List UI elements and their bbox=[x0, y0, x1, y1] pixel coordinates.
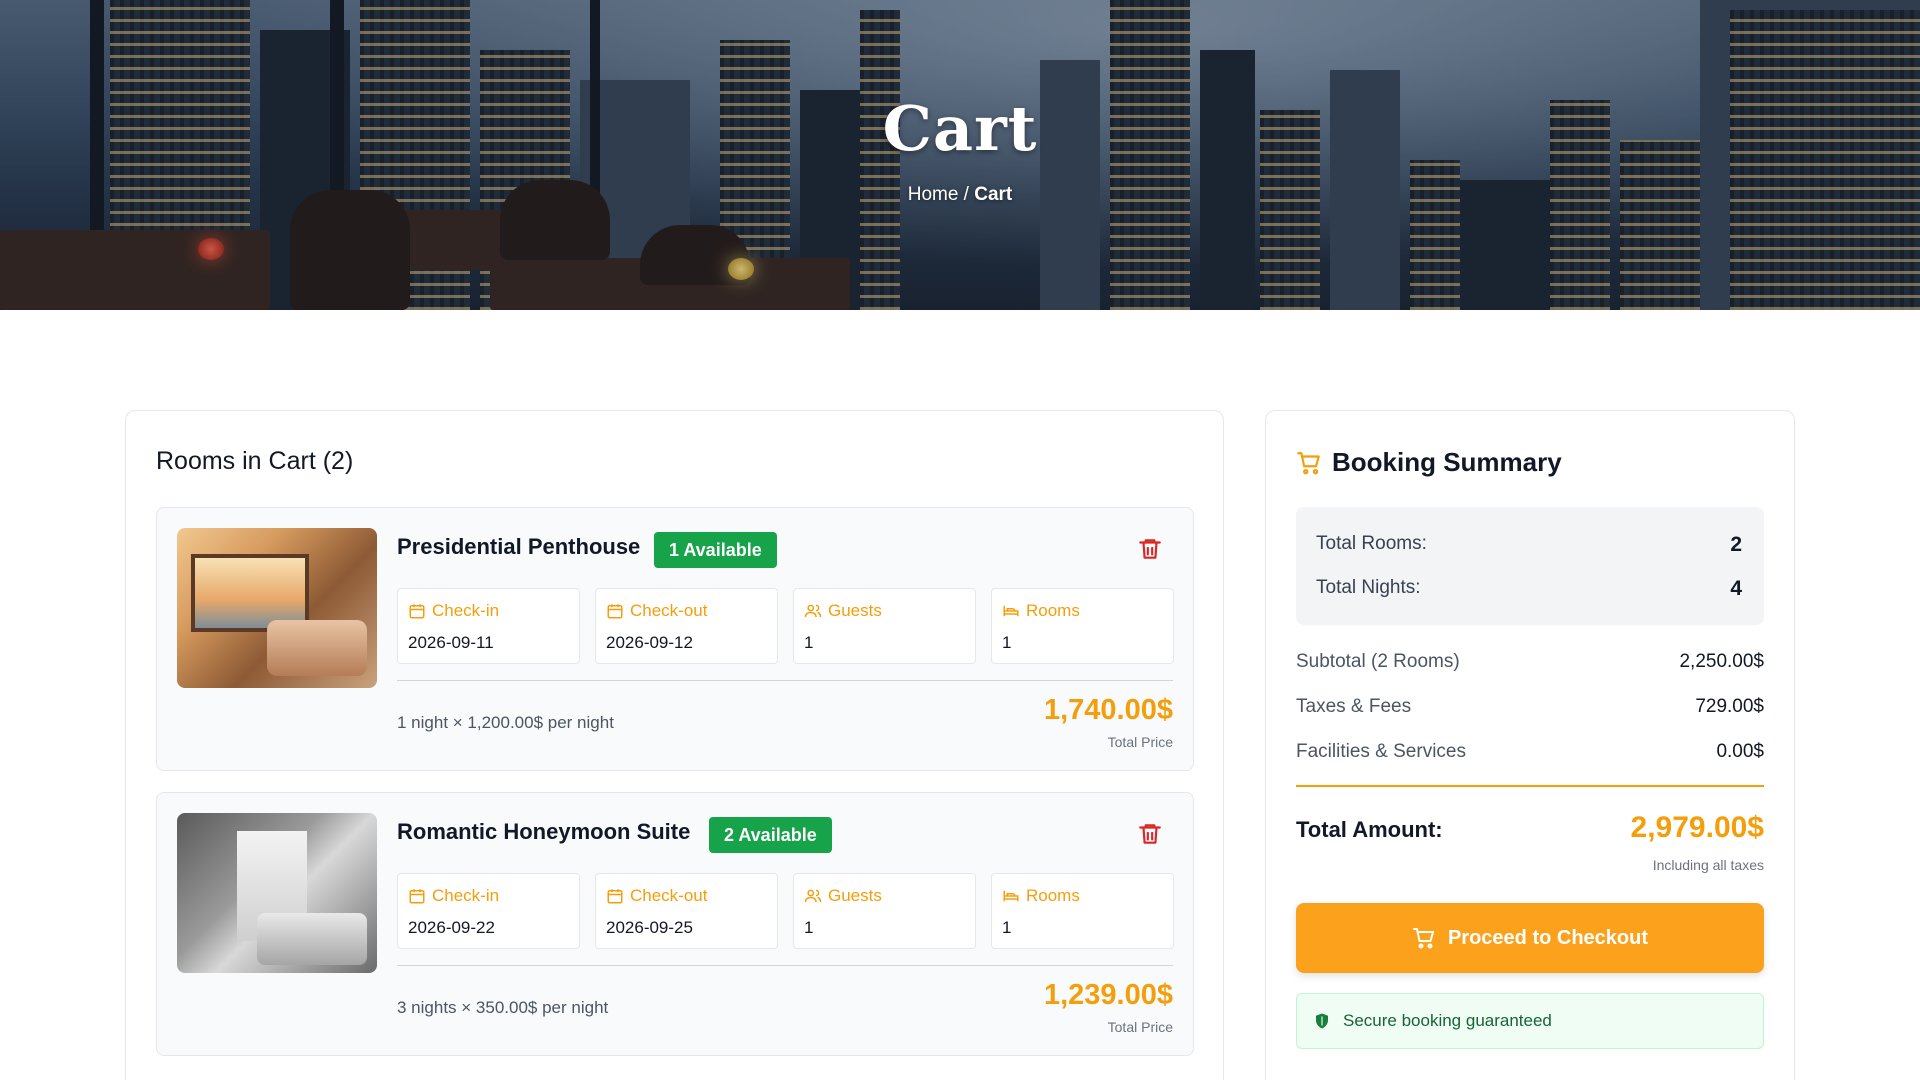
trash-icon[interactable] bbox=[1137, 819, 1163, 849]
breadcrumb-separator: / bbox=[958, 184, 975, 205]
rooms-value: 1 bbox=[1002, 633, 1012, 652]
checkin-field: Check-in 2026-09-11 bbox=[397, 588, 580, 664]
proceed-to-checkout-button[interactable]: Proceed to Checkout bbox=[1296, 903, 1764, 973]
item-total-label: Total Price bbox=[1107, 734, 1173, 750]
summary-header: Booking Summary bbox=[1296, 447, 1562, 478]
availability-badge: 1 Available bbox=[654, 532, 777, 568]
shopping-cart-icon bbox=[1297, 451, 1320, 474]
rooms-field: Rooms 1 bbox=[991, 588, 1174, 664]
guests-value: 1 bbox=[804, 633, 814, 652]
room-image[interactable] bbox=[177, 528, 377, 688]
taxes-label: Taxes & Fees bbox=[1296, 696, 1412, 717]
guests-label: Guests bbox=[828, 886, 882, 905]
bed-icon bbox=[1003, 890, 1019, 902]
calendar-icon bbox=[607, 889, 623, 904]
guests-value: 1 bbox=[804, 918, 814, 937]
taxes-row: Taxes & Fees 729.00$ bbox=[1296, 696, 1764, 718]
total-amount-label: Total Amount: bbox=[1296, 817, 1443, 842]
total-nights-label: Total Nights: bbox=[1316, 577, 1421, 598]
total-rooms-label: Total Rooms: bbox=[1316, 533, 1427, 554]
total-amount-value: 2,979.00$ bbox=[1630, 811, 1764, 844]
cart-item: Romantic Honeymoon Suite 2 Available Che… bbox=[156, 792, 1194, 1056]
item-total-price: 1,740.00$ bbox=[1043, 694, 1173, 726]
secure-booking-text: Secure booking guaranteed bbox=[1343, 1011, 1552, 1030]
guests-field: Guests 1 bbox=[793, 588, 976, 664]
item-divider bbox=[397, 680, 1173, 681]
subtotal-label: Subtotal (2 Rooms) bbox=[1296, 651, 1460, 672]
breadcrumb: Home / Cart bbox=[0, 184, 1920, 206]
guests-label: Guests bbox=[828, 601, 882, 620]
cart-title: Rooms in Cart (2) bbox=[156, 447, 354, 475]
item-total-price: 1,239.00$ bbox=[1043, 979, 1173, 1011]
subtotal-row: Subtotal (2 Rooms) 2,250.00$ bbox=[1296, 651, 1764, 673]
nights-info: 3 nights × 350.00$ per night bbox=[397, 998, 609, 1017]
cart-panel: Rooms in Cart (2) Presidential Penthouse… bbox=[125, 410, 1224, 1080]
users-icon bbox=[804, 604, 822, 618]
checkin-label: Check-in bbox=[432, 601, 500, 620]
cart-item: Presidential Penthouse 1 Available Check… bbox=[156, 507, 1194, 771]
room-image[interactable] bbox=[177, 813, 377, 973]
breadcrumb-current: Cart bbox=[974, 184, 1013, 205]
total-nights-row: Total Nights: 4 bbox=[1316, 577, 1742, 601]
checkout-value: 2026-09-12 bbox=[606, 633, 693, 652]
checkout-button-label: Proceed to Checkout bbox=[1447, 926, 1649, 949]
rooms-label: Rooms bbox=[1026, 886, 1080, 905]
room-name[interactable]: Presidential Penthouse bbox=[397, 534, 640, 560]
facilities-row: Facilities & Services 0.00$ bbox=[1296, 741, 1764, 763]
summary-title: Booking Summary bbox=[1332, 447, 1562, 477]
breadcrumb-home-link[interactable]: Home bbox=[908, 184, 959, 205]
facilities-value: 0.00$ bbox=[1716, 741, 1764, 762]
checkout-value: 2026-09-25 bbox=[606, 918, 693, 937]
guests-field: Guests 1 bbox=[793, 873, 976, 949]
secure-booking-note: Secure booking guaranteed bbox=[1296, 993, 1764, 1049]
checkin-value: 2026-09-22 bbox=[408, 918, 495, 937]
checkout-field: Check-out 2026-09-12 bbox=[595, 588, 778, 664]
page-title: Cart bbox=[882, 92, 1038, 165]
hero-banner: Cart Home / Cart bbox=[0, 0, 1920, 310]
availability-badge: 2 Available bbox=[709, 817, 832, 853]
facilities-label: Facilities & Services bbox=[1296, 741, 1466, 762]
total-rooms-row: Total Rooms: 2 bbox=[1316, 533, 1742, 557]
shopping-cart-icon bbox=[1412, 928, 1434, 949]
room-name[interactable]: Romantic Honeymoon Suite bbox=[397, 819, 690, 845]
subtotal-value: 2,250.00$ bbox=[1679, 651, 1764, 672]
summary-divider bbox=[1296, 785, 1764, 787]
nights-info: 1 night × 1,200.00$ per night bbox=[397, 713, 614, 732]
checkin-label: Check-in bbox=[432, 886, 500, 905]
bed-icon bbox=[1003, 605, 1019, 617]
rooms-label: Rooms bbox=[1026, 601, 1080, 620]
total-amount-note: Including all taxes bbox=[1652, 857, 1764, 873]
totals-box: Total Rooms: 2 Total Nights: 4 bbox=[1296, 507, 1764, 625]
checkin-field: Check-in 2026-09-22 bbox=[397, 873, 580, 949]
checkout-label: Check-out bbox=[630, 601, 708, 620]
users-icon bbox=[804, 889, 822, 903]
trash-icon[interactable] bbox=[1137, 534, 1163, 564]
checkin-value: 2026-09-11 bbox=[408, 633, 494, 652]
taxes-value: 729.00$ bbox=[1695, 696, 1764, 717]
calendar-icon bbox=[409, 604, 425, 619]
calendar-icon bbox=[409, 889, 425, 904]
booking-summary-panel: Booking Summary Total Rooms: 2 Total Nig… bbox=[1265, 410, 1795, 1080]
rooms-value: 1 bbox=[1002, 918, 1012, 937]
calendar-icon bbox=[607, 604, 623, 619]
item-divider bbox=[397, 965, 1173, 966]
checkout-label: Check-out bbox=[630, 886, 708, 905]
total-nights-value: 4 bbox=[1730, 577, 1742, 600]
checkout-field: Check-out 2026-09-25 bbox=[595, 873, 778, 949]
total-rooms-value: 2 bbox=[1730, 533, 1742, 556]
rooms-field: Rooms 1 bbox=[991, 873, 1174, 949]
item-total-label: Total Price bbox=[1107, 1019, 1173, 1035]
shield-icon bbox=[1316, 1013, 1328, 1029]
